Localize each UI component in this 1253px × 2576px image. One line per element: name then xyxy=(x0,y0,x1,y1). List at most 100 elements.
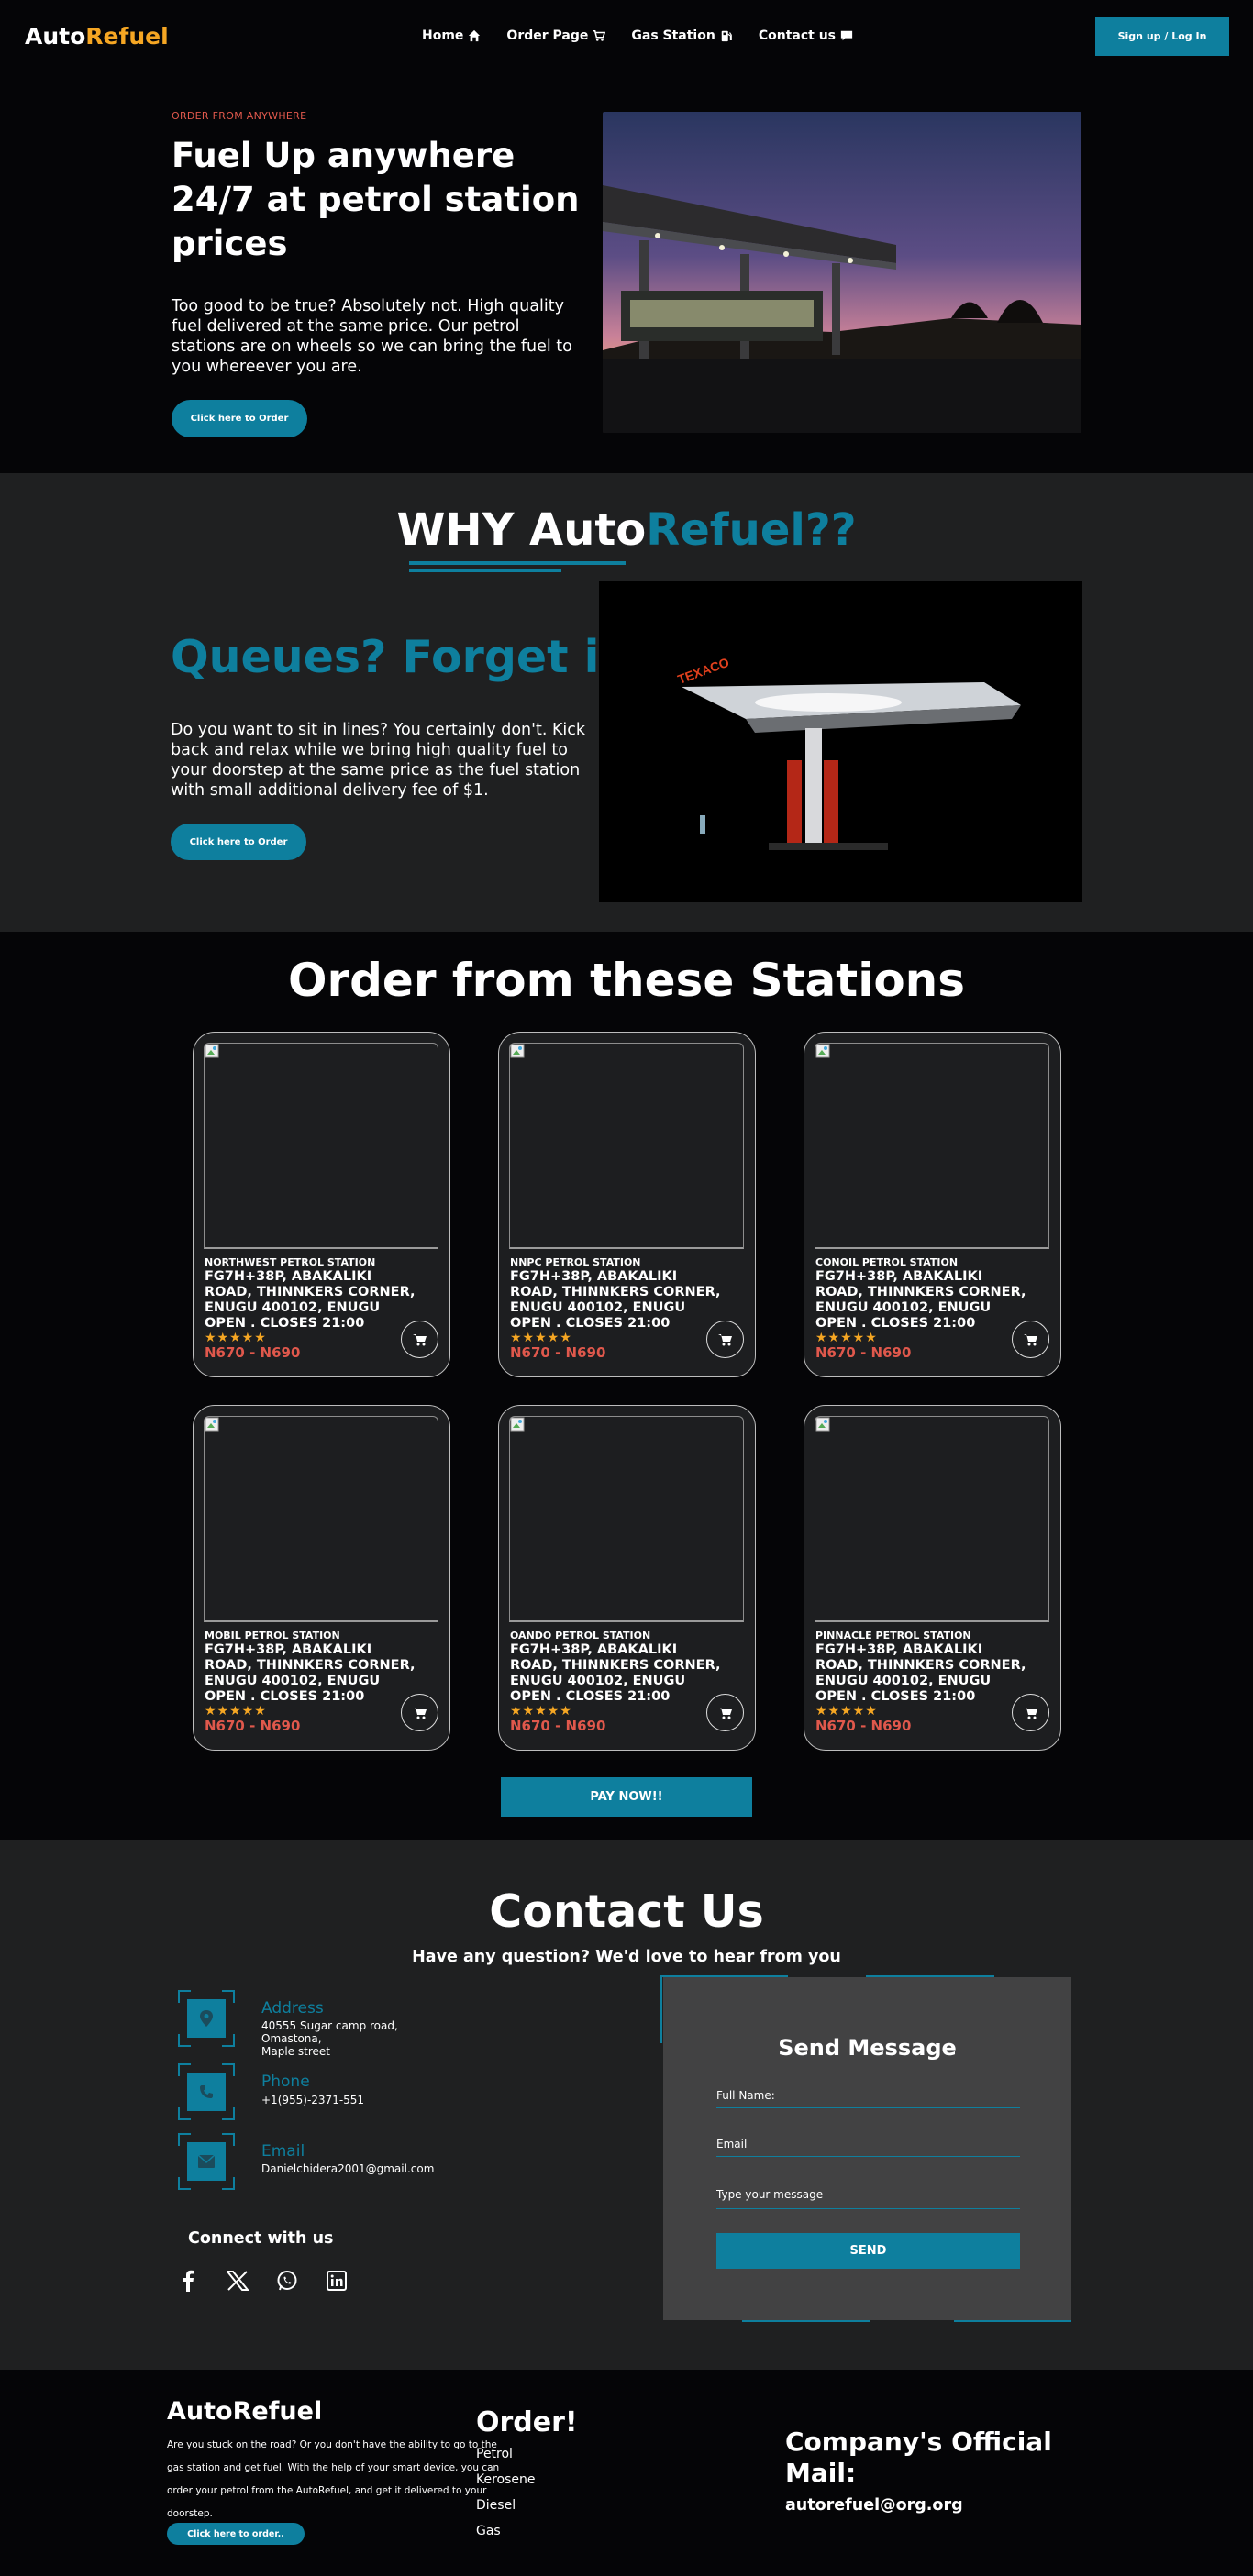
footer-mail-title: Company's Official Mail: xyxy=(785,2427,1052,2488)
station-address: FG7H+38P, ABAKALIKI ROAD, THINNKERS CORN… xyxy=(510,1269,721,1315)
nav-gas-label: Gas Station xyxy=(631,28,715,43)
station-hours: OPEN . CLOSES 21:00 xyxy=(815,1689,976,1704)
station-rating-stars: ★★★★★ xyxy=(510,1704,572,1719)
send-message-form: Send Message SEND xyxy=(663,1977,1071,2320)
station-price: N670 - N690 xyxy=(510,1718,606,1734)
x-icon[interactable] xyxy=(226,2269,249,2293)
gas-station-dusk-image xyxy=(603,112,1081,433)
footer-order-item[interactable]: Diesel xyxy=(476,2493,536,2518)
station-hours: OPEN . CLOSES 21:00 xyxy=(205,1316,365,1331)
footer-order-title: Order! xyxy=(476,2406,578,2438)
why-subtitle: Queues? Forget it xyxy=(171,631,621,683)
nav-home[interactable]: Home xyxy=(422,28,481,43)
footer-order-button[interactable]: Click here to order.. xyxy=(167,2523,305,2545)
add-to-cart-button[interactable] xyxy=(706,1694,744,1731)
connect-title: Connect with us xyxy=(188,2229,334,2248)
nav-contact[interactable]: Contact us xyxy=(759,28,853,43)
cart-icon xyxy=(1023,1333,1037,1345)
gas-pump-icon xyxy=(721,30,732,42)
signup-login-button[interactable]: Sign up / Log In xyxy=(1095,17,1229,56)
footer-order-item[interactable]: Gas xyxy=(476,2518,536,2544)
phone-label: Phone xyxy=(261,2073,310,2091)
hero-title: Fuel Up anywhere 24/7 at petrol station … xyxy=(172,136,580,263)
form-accent-line xyxy=(954,2320,1071,2322)
facebook-icon[interactable] xyxy=(176,2269,200,2293)
station-card: OANDO PETROL STATION FG7H+38P, ABAKALIKI… xyxy=(498,1405,756,1751)
station-price: N670 - N690 xyxy=(205,1344,301,1361)
station-image-placeholder xyxy=(204,1416,438,1622)
title-underline xyxy=(409,561,626,565)
address-line-1: 40555 Sugar camp road, xyxy=(261,2019,398,2032)
phone-number: +1(955)-2371-551 xyxy=(261,2094,365,2106)
station-name: NORTHWEST PETROL STATION xyxy=(205,1256,376,1268)
footer-order-item[interactable]: Petrol xyxy=(476,2441,536,2467)
station-card: PINNACLE PETROL STATION FG7H+38P, ABAKAL… xyxy=(804,1405,1061,1751)
cart-icon xyxy=(717,1333,732,1345)
station-hours: OPEN . CLOSES 21:00 xyxy=(510,1689,671,1704)
nav-gas-station[interactable]: Gas Station xyxy=(631,28,732,43)
broken-image-icon xyxy=(815,1044,830,1058)
full-name-input[interactable] xyxy=(716,2083,1020,2108)
message-input[interactable] xyxy=(716,2180,1020,2209)
broken-image-icon xyxy=(815,1417,830,1432)
home-icon xyxy=(469,29,481,42)
add-to-cart-button[interactable] xyxy=(1012,1694,1049,1731)
logo[interactable]: AutoRefuel xyxy=(25,23,169,50)
whatsapp-icon[interactable] xyxy=(275,2269,299,2293)
nav-home-label: Home xyxy=(422,28,464,43)
station-image-placeholder xyxy=(815,1416,1049,1622)
station-name: NNPC PETROL STATION xyxy=(510,1256,641,1268)
add-to-cart-button[interactable] xyxy=(401,1694,438,1731)
cart-icon xyxy=(412,1333,427,1345)
add-to-cart-button[interactable] xyxy=(706,1321,744,1358)
station-rating-stars: ★★★★★ xyxy=(815,1331,878,1345)
nav-order-label: Order Page xyxy=(506,28,589,43)
station-hours: OPEN . CLOSES 21:00 xyxy=(510,1316,671,1331)
footer-mail[interactable]: autorefuel@org.org xyxy=(785,2496,963,2515)
station-name: PINNACLE PETROL STATION xyxy=(815,1630,971,1642)
footer-description: Are you stuck on the road? Or you don't … xyxy=(167,2439,500,2519)
cart-icon xyxy=(593,29,606,41)
why-order-button[interactable]: Click here to Order xyxy=(171,824,306,860)
hero-description: Too good to be true? Absolutely not. Hig… xyxy=(172,297,572,376)
add-to-cart-button[interactable] xyxy=(401,1321,438,1358)
footer: AutoRefuel Are you stuck on the road? Or… xyxy=(0,2370,1253,2576)
station-rating-stars: ★★★★★ xyxy=(815,1704,878,1719)
hero-section: ORDER FROM ANYWHERE Fuel Up anywhere 24/… xyxy=(0,73,1253,473)
send-button[interactable]: SEND xyxy=(716,2233,1020,2269)
linkedin-icon[interactable] xyxy=(325,2269,349,2293)
broken-image-icon xyxy=(510,1044,525,1058)
why-section: WHY AutoRefuel?? Queues? Forget it Do yo… xyxy=(0,473,1253,932)
top-navbar: AutoRefuel Home Order Page Gas Station C… xyxy=(0,0,1253,73)
station-image-placeholder xyxy=(509,1416,744,1622)
address-line-2: Omastona, xyxy=(261,2032,322,2045)
contact-section: Contact Us Have any question? We'd love … xyxy=(0,1840,1253,2370)
footer-logo: AutoRefuel xyxy=(167,2397,323,2426)
email-input[interactable] xyxy=(716,2131,1020,2157)
station-hours: OPEN . CLOSES 21:00 xyxy=(815,1316,976,1331)
contact-subtitle: Have any question? We'd love to hear fro… xyxy=(412,1948,841,1966)
station-name: MOBIL PETROL STATION xyxy=(205,1630,340,1642)
hero-order-button[interactable]: Click here to Order xyxy=(172,400,307,437)
broken-image-icon xyxy=(205,1417,219,1432)
stations-section: Order from these Stations NORTHWEST PETR… xyxy=(0,932,1253,1840)
cart-icon xyxy=(717,1707,732,1719)
nav-links: Home Order Page Gas Station Contact us xyxy=(422,28,853,43)
contact-title: Contact Us xyxy=(489,1885,764,1938)
stations-title: Order from these Stations xyxy=(287,954,966,1007)
message-icon xyxy=(840,30,853,41)
nav-order-page[interactable]: Order Page xyxy=(506,28,606,43)
pay-now-button[interactable]: PAY NOW!! xyxy=(501,1777,752,1817)
why-title-b: Refuel?? xyxy=(646,504,857,556)
email-address: Danielchidera2001@gmail.com xyxy=(261,2162,435,2175)
social-links xyxy=(176,2269,349,2293)
station-rating-stars: ★★★★★ xyxy=(205,1331,267,1345)
add-to-cart-button[interactable] xyxy=(1012,1321,1049,1358)
email-label: Email xyxy=(261,2142,305,2161)
station-card: MOBIL PETROL STATION FG7H+38P, ABAKALIKI… xyxy=(193,1405,450,1751)
station-card: NNPC PETROL STATION FG7H+38P, ABAKALIKI … xyxy=(498,1032,756,1377)
nav-contact-label: Contact us xyxy=(758,28,836,43)
phone-icon-box xyxy=(178,2063,235,2120)
station-address: FG7H+38P, ABAKALIKI ROAD, THINNKERS CORN… xyxy=(815,1269,1026,1315)
footer-order-item[interactable]: Kerosene xyxy=(476,2467,536,2493)
